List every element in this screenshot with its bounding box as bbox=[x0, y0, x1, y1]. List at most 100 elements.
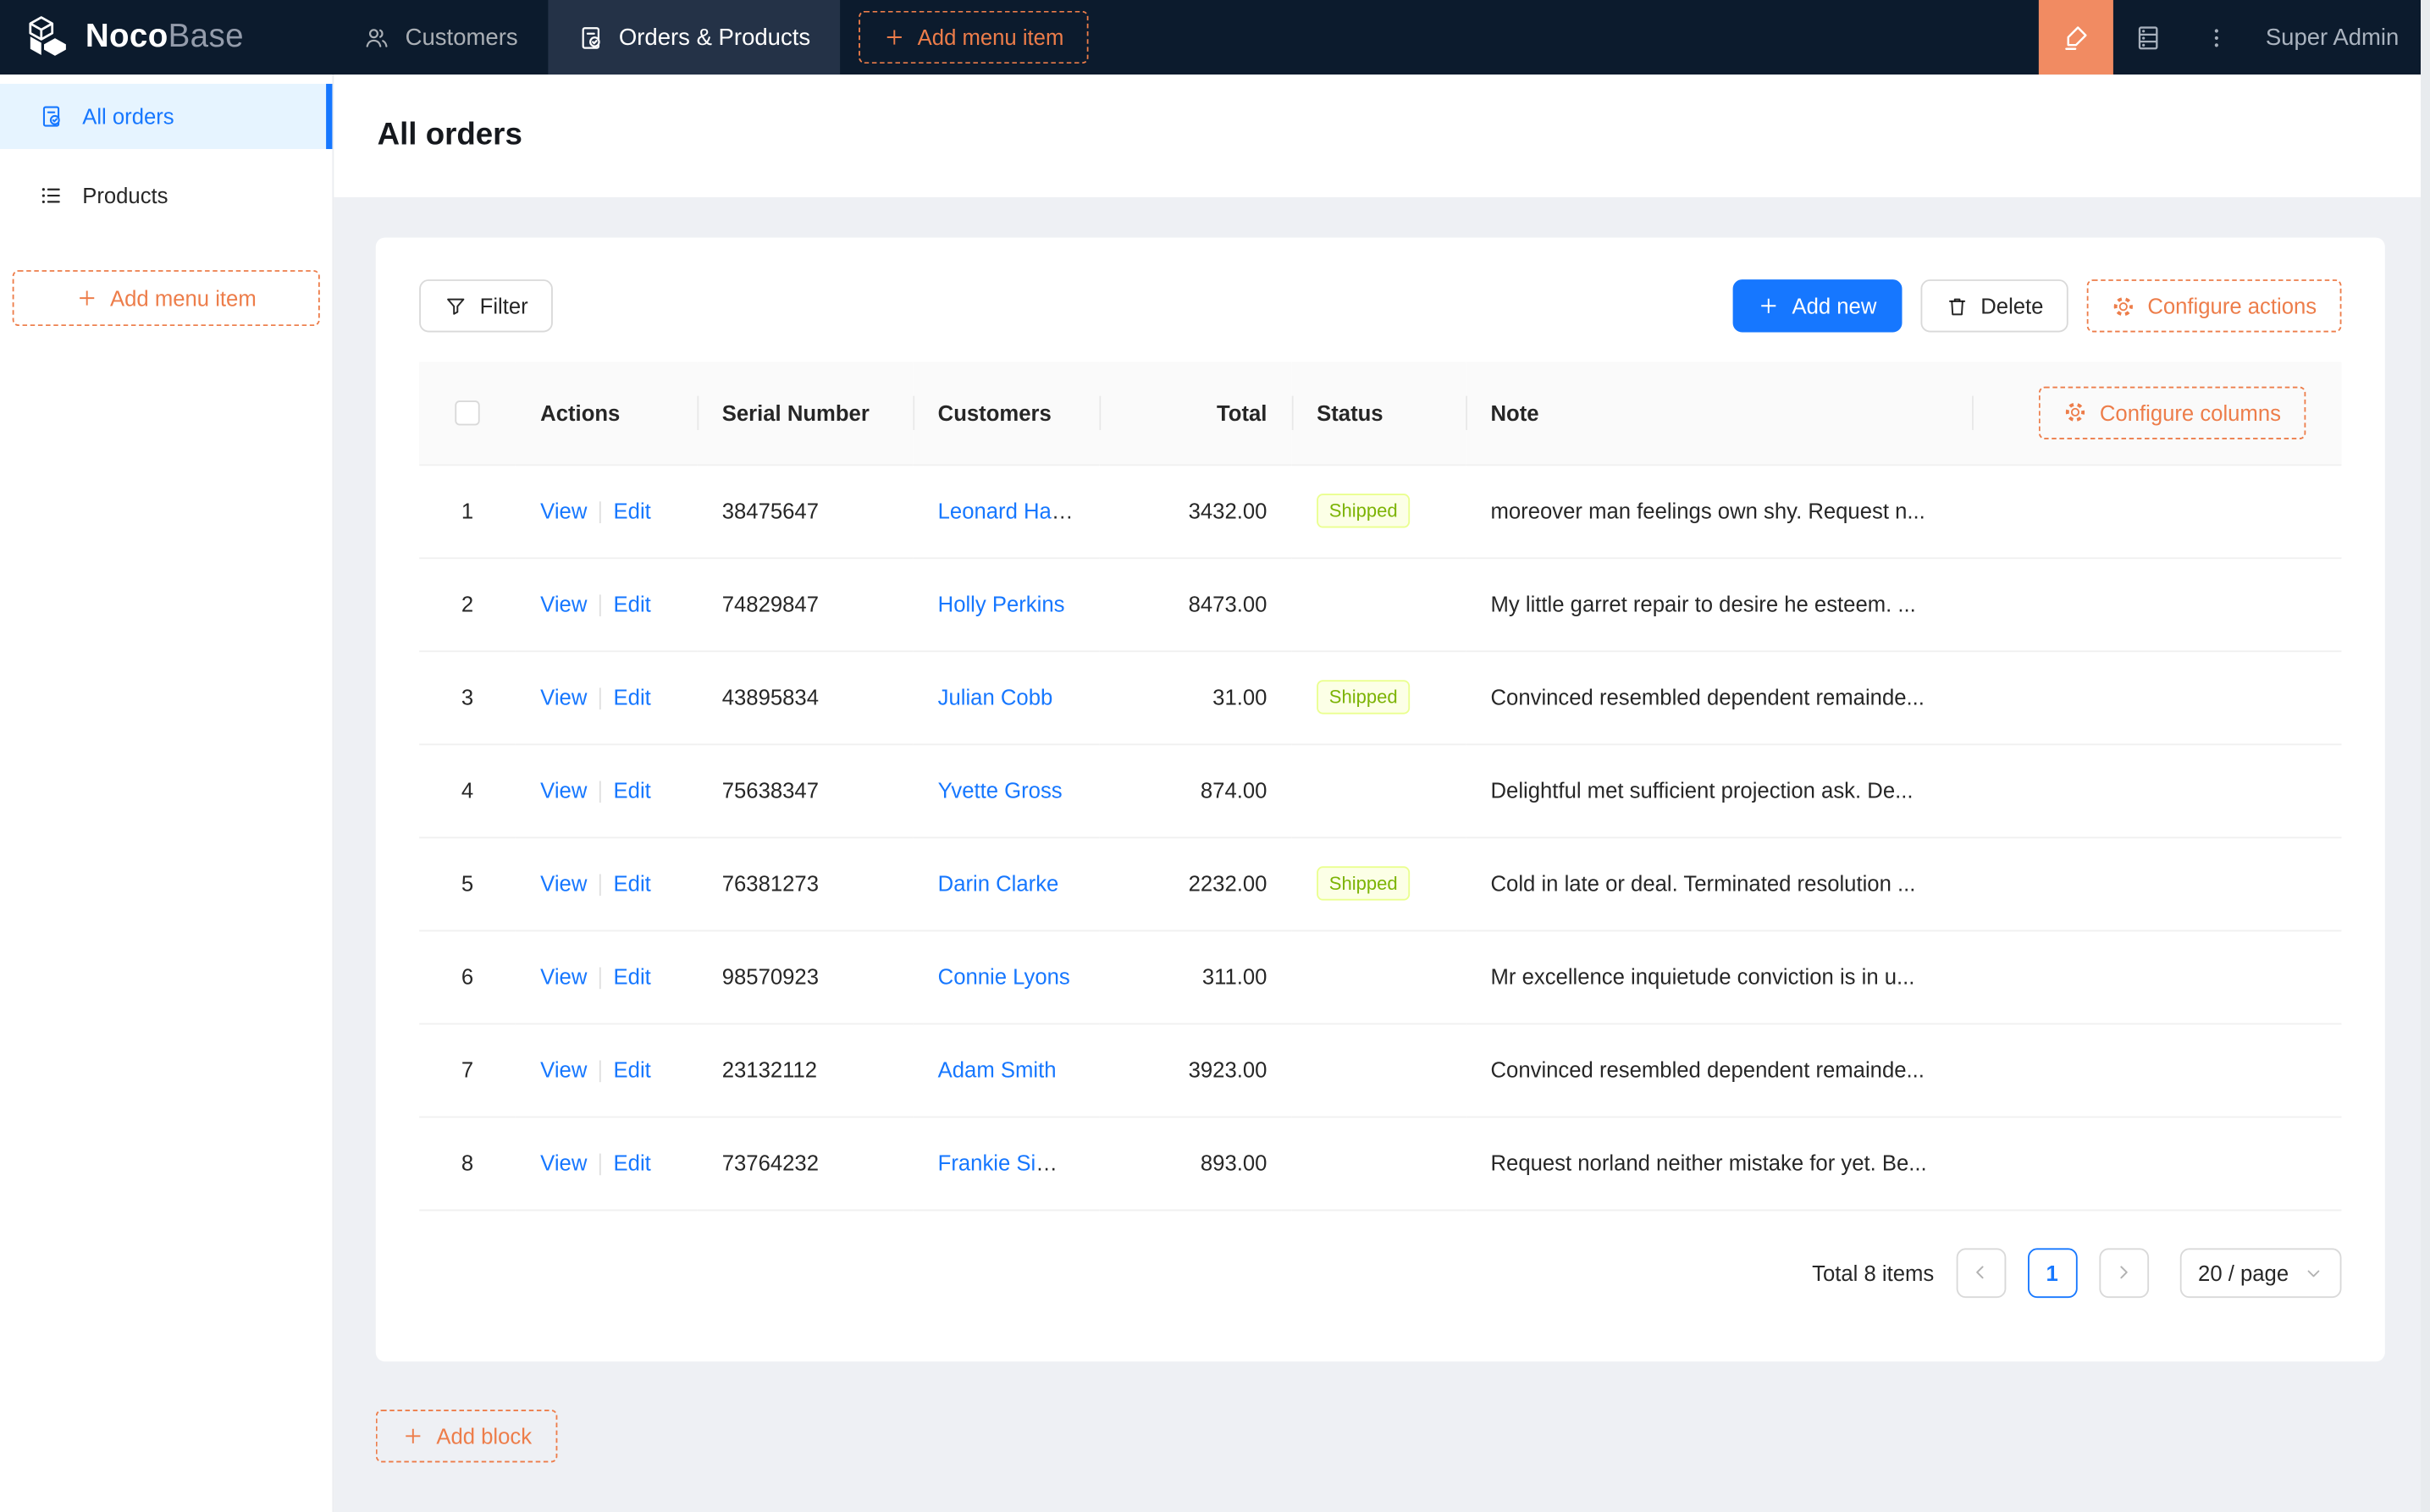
edit-link[interactable]: Edit bbox=[614, 498, 651, 522]
pagination-total: Total 8 items bbox=[1812, 1260, 1935, 1285]
configure-actions-button[interactable]: Configure actions bbox=[2086, 279, 2342, 333]
configure-columns-button[interactable]: Configure columns bbox=[2039, 386, 2306, 439]
nocobase-logo[interactable]: NocoBase bbox=[0, 0, 334, 74]
page-header: All orders bbox=[334, 74, 2430, 197]
column-header-serial-number: Serial Number bbox=[697, 361, 914, 466]
configure-actions-label: Configure actions bbox=[2147, 293, 2317, 318]
view-link[interactable]: View bbox=[540, 684, 587, 709]
page-size-select[interactable]: 20 / page bbox=[2179, 1247, 2342, 1298]
nav-add-menu-item-button[interactable]: Add menu item bbox=[858, 10, 1089, 64]
more-menu-button[interactable] bbox=[2182, 0, 2251, 74]
customer-link[interactable]: Connie Lyons bbox=[938, 964, 1070, 989]
list-icon bbox=[41, 188, 60, 203]
ui-editor-button[interactable] bbox=[2039, 0, 2114, 75]
divider bbox=[1972, 395, 1974, 430]
filter-label: Filter bbox=[479, 293, 528, 318]
row-index[interactable]: 8 bbox=[461, 1151, 473, 1175]
sidebar-item-all-orders[interactable]: All orders bbox=[0, 84, 333, 150]
main-area: All orders Filter Add new Delete Configu… bbox=[334, 74, 2430, 1512]
logo-text-light: Base bbox=[168, 19, 244, 55]
row-index[interactable]: 7 bbox=[461, 1057, 473, 1082]
plus-icon bbox=[886, 30, 902, 45]
customer-link[interactable]: Frankie Simpson bbox=[938, 1151, 1100, 1175]
nav-add-menu-item-label: Add menu item bbox=[917, 25, 1064, 50]
row-index[interactable]: 4 bbox=[461, 778, 473, 803]
table-row: 2 View Edit 74829847 Holly Perkins 8473.0… bbox=[419, 557, 2342, 652]
page-1-button[interactable]: 1 bbox=[2027, 1247, 2078, 1298]
serial-number-cell: 75638347 bbox=[697, 743, 914, 838]
table-row: 8 View Edit 73764232 Frankie Simpson 893.… bbox=[419, 1116, 2342, 1211]
edit-link[interactable]: Edit bbox=[614, 871, 651, 896]
view-link[interactable]: View bbox=[540, 1151, 587, 1175]
sidebar-add-menu-item-label: Add menu item bbox=[110, 285, 257, 311]
edit-link[interactable]: Edit bbox=[614, 684, 651, 709]
customers-icon bbox=[366, 28, 388, 47]
filter-button[interactable]: Filter bbox=[419, 279, 554, 333]
toolbar-right-group: Add new Delete Configure actions bbox=[1732, 279, 2342, 333]
row-index[interactable]: 2 bbox=[461, 592, 473, 616]
prev-page-button[interactable] bbox=[1955, 1247, 2006, 1298]
edit-link[interactable]: Edit bbox=[614, 591, 651, 615]
delete-button[interactable]: Delete bbox=[1919, 279, 2068, 333]
view-link[interactable]: View bbox=[540, 871, 587, 896]
next-page-button[interactable] bbox=[2098, 1247, 2149, 1298]
column-header-customers: Customers bbox=[913, 361, 1100, 466]
edit-link[interactable]: Edit bbox=[614, 1151, 651, 1175]
add-new-label: Add new bbox=[1792, 293, 1877, 318]
row-index[interactable]: 1 bbox=[461, 499, 473, 523]
table-row: 6 View Edit 98570923 Connie Lyons 311.00 … bbox=[419, 930, 2342, 1024]
edit-link[interactable]: Edit bbox=[614, 777, 651, 802]
divider bbox=[599, 1060, 601, 1083]
orders-table: Actions Serial Number Customers Total St… bbox=[419, 361, 2342, 1211]
note-cell: Convinced resembled dependent remainde..… bbox=[1466, 1023, 2342, 1117]
customer-link[interactable]: Yvette Gross bbox=[938, 778, 1063, 803]
divider bbox=[599, 874, 601, 897]
nav-tab-customers[interactable]: Customers bbox=[334, 0, 547, 74]
page-scrollbar[interactable] bbox=[2421, 0, 2430, 1512]
page-size-value: 20 / page bbox=[2198, 1260, 2289, 1285]
page-title: All orders bbox=[377, 118, 522, 152]
add-new-button[interactable]: Add new bbox=[1732, 279, 1902, 333]
sidebar-item-products[interactable]: Products bbox=[0, 163, 332, 229]
table-toolbar: Filter Add new Delete Configure actions bbox=[419, 279, 2342, 333]
sidebar-add-menu-item-button[interactable]: Add menu item bbox=[12, 270, 320, 327]
serial-number-cell: 43895834 bbox=[697, 650, 914, 745]
orders-table-card: Filter Add new Delete Configure actions … bbox=[375, 237, 2385, 1362]
customer-link[interactable]: Holly Perkins bbox=[938, 592, 1065, 616]
view-link[interactable]: View bbox=[540, 964, 587, 989]
edit-link[interactable]: Edit bbox=[614, 964, 651, 989]
view-link[interactable]: View bbox=[540, 777, 587, 802]
total-cell: 3923.00 bbox=[1099, 1023, 1292, 1117]
column-header-status: Status bbox=[1291, 361, 1466, 466]
filter-icon bbox=[447, 297, 465, 314]
nav-tab-orders-products[interactable]: Orders & Products bbox=[547, 0, 840, 75]
kebab-menu-icon bbox=[2214, 28, 2218, 47]
select-all-checkbox[interactable] bbox=[455, 400, 480, 427]
view-link[interactable]: View bbox=[540, 1057, 587, 1082]
plus-icon bbox=[79, 290, 95, 306]
customer-link[interactable]: Darin Clarke bbox=[938, 871, 1059, 896]
edit-link[interactable]: Edit bbox=[614, 1057, 651, 1082]
divider bbox=[599, 501, 601, 524]
logo-text-bold: Noco bbox=[85, 19, 168, 55]
customer-link[interactable]: Adam Smith bbox=[938, 1057, 1057, 1082]
plus-icon bbox=[406, 1428, 421, 1443]
chevron-right-icon bbox=[2120, 1266, 2128, 1279]
row-index[interactable]: 6 bbox=[461, 964, 473, 989]
row-index[interactable]: 3 bbox=[461, 685, 473, 709]
row-index[interactable]: 5 bbox=[461, 871, 473, 896]
collections-button[interactable] bbox=[2113, 0, 2182, 74]
add-block-button[interactable]: Add block bbox=[375, 1410, 559, 1463]
table-row: 3 View Edit 43895834 Julian Cobb 31.00 Sh… bbox=[419, 650, 2342, 745]
customer-link[interactable]: Leonard Hayes bbox=[938, 499, 1085, 523]
current-user[interactable]: Super Admin bbox=[2250, 24, 2430, 50]
table-header-row: Actions Serial Number Customers Total St… bbox=[419, 361, 2342, 466]
view-link[interactable]: View bbox=[540, 498, 587, 522]
file-check-icon bbox=[581, 26, 599, 48]
serial-number-cell: 23132112 bbox=[697, 1023, 914, 1117]
customer-link[interactable]: Julian Cobb bbox=[938, 685, 1053, 709]
view-link[interactable]: View bbox=[540, 591, 587, 615]
database-icon bbox=[2138, 25, 2157, 49]
note-cell: Delightful met sufficient projection ask… bbox=[1466, 743, 2342, 838]
sidebar-item-label: All orders bbox=[82, 103, 174, 130]
